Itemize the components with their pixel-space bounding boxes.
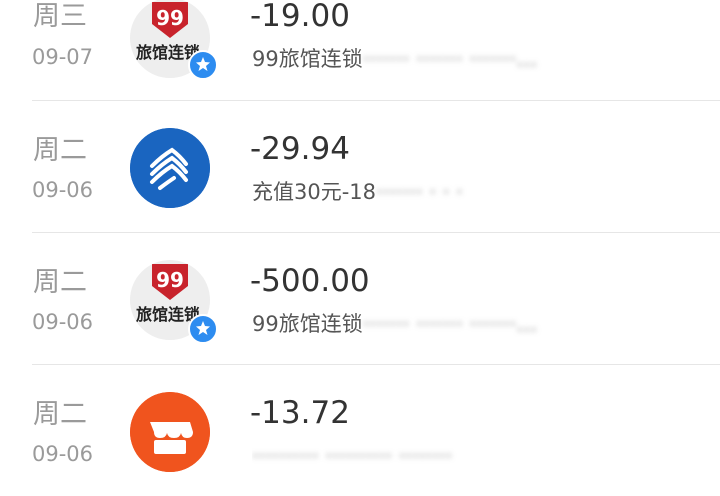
transaction-row[interactable]: 周二 09-06 99 旅馆连锁 -500.00 99旅馆连锁······· ·…: [0, 232, 720, 365]
transaction-day: 周二: [33, 135, 87, 166]
store-icon: [130, 392, 210, 472]
description-text: 充值30元-18: [252, 180, 377, 204]
transaction-day: 周二: [33, 267, 87, 298]
transaction-day: 周三: [33, 1, 87, 32]
transaction-amount: -19.00: [250, 0, 350, 34]
transaction-row[interactable]: 周二 09-06 -29.94 充值30元-18······· · · ·: [0, 100, 720, 233]
obscured-text: ·········· ·········· ········: [252, 444, 453, 468]
description-text: 99旅馆连锁: [252, 312, 363, 336]
verified-icon: [188, 50, 218, 80]
transaction-description: ·········· ·········· ········: [252, 443, 692, 469]
obscured-text: ······· ······· ·······…: [362, 312, 538, 336]
transaction-date: 09-06: [32, 442, 94, 466]
transaction-day: 周二: [33, 399, 87, 430]
china-mobile-icon: [130, 128, 210, 208]
transaction-date: 09-06: [32, 310, 94, 334]
transaction-list: 周三 09-07 99 旅馆连锁 -19.00 99旅馆连锁······· ··…: [0, 0, 720, 480]
obscured-text: ······· · · ·: [376, 180, 463, 204]
transaction-date: 09-07: [32, 45, 94, 69]
transaction-description: 充值30元-18······· · · ·: [252, 179, 692, 205]
description-text: 99旅馆连锁: [252, 47, 363, 71]
transaction-amount: -13.72: [250, 395, 350, 431]
logo-text: 99: [156, 6, 184, 30]
transaction-date: 09-06: [32, 178, 94, 202]
logo-text: 99: [156, 268, 184, 292]
transaction-row[interactable]: 周二 09-06 -13.72 ·········· ·········· ··…: [0, 364, 720, 496]
transaction-amount: -29.94: [250, 131, 350, 167]
transaction-description: 99旅馆连锁······· ······· ·······…: [252, 311, 692, 337]
obscured-text: ······· ······· ·······…: [362, 47, 538, 71]
verified-icon: [188, 314, 218, 344]
transaction-description: 99旅馆连锁······· ······· ·······…: [252, 46, 692, 72]
transaction-amount: -500.00: [250, 263, 370, 299]
